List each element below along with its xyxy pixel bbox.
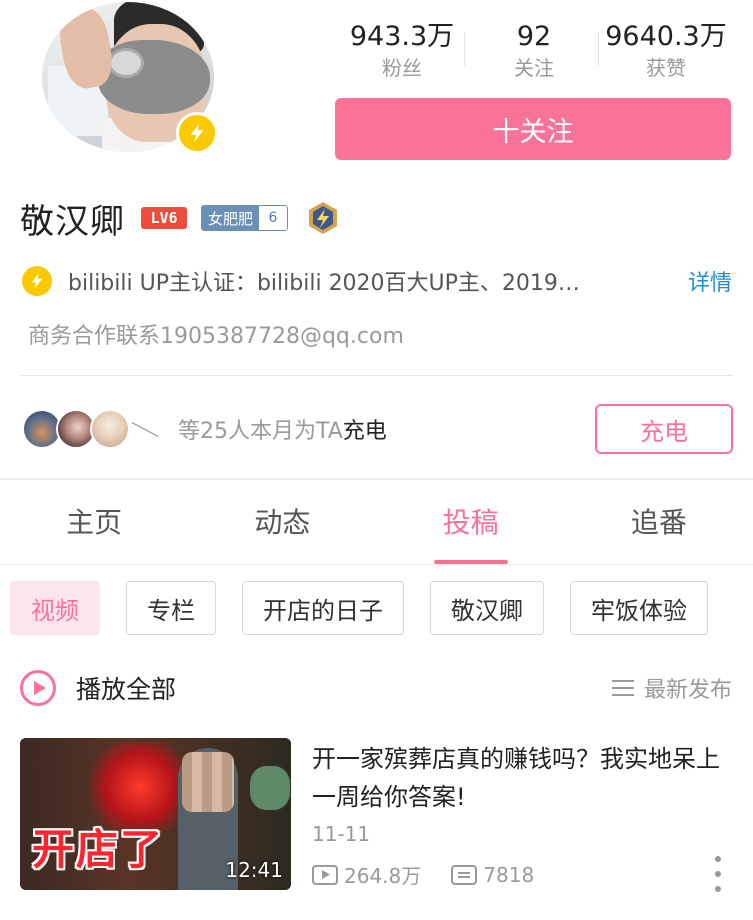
- category-chips: 视频 专栏 开店的日子 敬汉卿 牢饭体验: [10, 581, 734, 635]
- play-all-row: 播放全部 最新发布: [20, 666, 732, 710]
- stat-following[interactable]: 92 关注: [468, 20, 600, 86]
- chip-series-shop[interactable]: 开店的日子: [242, 581, 404, 635]
- danmaku-icon: [451, 864, 478, 885]
- certification-text: bilibili UP主认证：bilibili 2020百大UP主、2019…: [68, 271, 580, 296]
- tab-bangumi[interactable]: 追番: [565, 482, 753, 564]
- thumbnail-text: 开店了: [32, 825, 165, 874]
- stat-value: 92: [516, 21, 552, 52]
- charge-summary: 等25人本月为TA充电: [178, 419, 387, 444]
- certification-lightning-icon: [22, 266, 52, 296]
- fan-medal-name: 女肥肥: [202, 206, 260, 230]
- charge-button[interactable]: 充电: [595, 404, 733, 454]
- verified-lightning-icon: [176, 112, 218, 154]
- stat-label: 关注: [514, 56, 554, 80]
- danmaku-count: 7818: [483, 862, 535, 887]
- name-row: 敬汉卿 LV6 女肥肥 6: [20, 194, 340, 242]
- stat-followers[interactable]: 943.3万 粉丝: [336, 20, 468, 86]
- sort-label: 最新发布: [643, 678, 732, 703]
- stat-value: 943.3万: [349, 21, 455, 52]
- video-stats: 264.8万 7818: [312, 860, 534, 889]
- fan-medal-level: 6: [259, 206, 288, 230]
- stat-label: 获赞: [646, 56, 686, 80]
- contact-info: 商务合作联系1905387728@qq.com: [28, 324, 404, 349]
- play-all-button[interactable]: 播放全部: [76, 670, 176, 706]
- list-icon: [611, 680, 634, 696]
- divider: [20, 375, 733, 376]
- stat-label: 粉丝: [382, 56, 422, 80]
- video-card[interactable]: 开店了 12:41 开一家殡葬店真的赚钱吗？我实地呆上一周给你答案! 11-11…: [20, 738, 733, 892]
- play-circle-icon[interactable]: [20, 670, 56, 706]
- honor-shield-icon[interactable]: [306, 201, 340, 235]
- more-options-icon[interactable]: [713, 856, 723, 892]
- divider: [0, 564, 753, 565]
- avatar-container[interactable]: [42, 2, 218, 154]
- stat-likes: 9640.3万 获赞: [600, 20, 732, 86]
- charger-pointer-line: [131, 422, 159, 437]
- video-duration: 12:41: [225, 858, 283, 882]
- play-count-icon: [312, 864, 338, 885]
- chip-series-jail[interactable]: 牢饭体验: [570, 581, 708, 635]
- tab-home[interactable]: 主页: [0, 482, 188, 564]
- video-date: 11-11: [312, 822, 371, 846]
- stat-value: 9640.3万: [605, 21, 727, 52]
- username: 敬汉卿: [20, 201, 125, 242]
- chip-videos[interactable]: 视频: [10, 581, 100, 635]
- follow-button[interactable]: 十关注: [335, 98, 731, 160]
- stat-divider: [464, 32, 465, 66]
- profile-stats: 943.3万 粉丝 92 关注 9640.3万 获赞: [336, 20, 732, 86]
- video-title[interactable]: 开一家殡葬店真的赚钱吗？我实地呆上一周给你答案!: [312, 740, 732, 816]
- chip-articles[interactable]: 专栏: [126, 581, 216, 635]
- chip-series-name[interactable]: 敬汉卿: [430, 581, 544, 635]
- stat-divider: [598, 32, 599, 66]
- level-badge: LV6: [141, 207, 187, 229]
- profile-tabs: 主页 动态 投稿 追番: [0, 482, 753, 564]
- charger-avatar: [90, 409, 130, 449]
- view-count: 264.8万: [344, 864, 422, 888]
- section-divider: [0, 478, 753, 480]
- certification-detail-link[interactable]: 详情: [688, 265, 732, 297]
- fan-medal[interactable]: 女肥肥 6: [201, 205, 289, 231]
- sort-button[interactable]: 最新发布: [611, 672, 732, 704]
- charger-avatars[interactable]: [22, 407, 159, 451]
- video-thumbnail[interactable]: 开店了 12:41: [20, 738, 291, 890]
- charge-row: 等25人本月为TA充电 充电: [22, 402, 733, 456]
- tab-dynamics[interactable]: 动态: [188, 482, 376, 564]
- blurred-face: [182, 752, 234, 812]
- tab-submissions[interactable]: 投稿: [377, 482, 565, 564]
- certification-row: bilibili UP主认证：bilibili 2020百大UP主、2019… …: [22, 264, 732, 298]
